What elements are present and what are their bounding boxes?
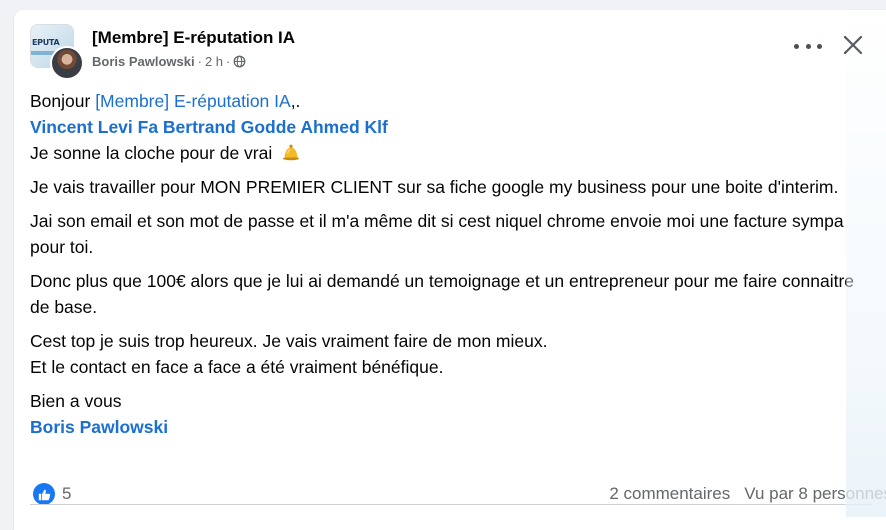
paragraph-2: Jai son email et son mot de passe et il … (30, 211, 844, 257)
meta-separator: · (226, 54, 231, 69)
paragraph-1: Je vais travailler pour MON PREMIER CLIE… (30, 177, 839, 197)
more-horizontal-icon[interactable] (794, 36, 822, 56)
like-icon[interactable] (33, 483, 55, 505)
user-mentions-link[interactable]: Vincent Levi Fa Bertrand Godde Ahmed Klf (30, 117, 388, 137)
group-avatar-text: EPUTA (32, 38, 60, 47)
author-avatar[interactable] (50, 46, 84, 80)
post-time-link[interactable]: 2 h (205, 54, 223, 69)
paragraph-4-line-2: Et le contact en face a face a été vraim… (30, 357, 444, 377)
paragraph-3: Donc plus que 100€ alors que je lui ai d… (30, 271, 855, 317)
views-count[interactable]: Vu par 8 personnes (744, 484, 886, 503)
greeting-text: Bonjour (30, 91, 96, 111)
comments-count-link[interactable]: 2 commentaires (609, 484, 730, 503)
meta-separator: · (197, 54, 202, 69)
post-stats: 2 commentaires Vu par 8 personnes (595, 484, 886, 504)
post-body: Bonjour [Membre] E-réputation IA,. Vince… (30, 88, 872, 448)
group-mention-link[interactable]: [Membre] E-réputation IA (95, 91, 291, 111)
group-name-link[interactable]: [Membre] E-réputation IA (92, 28, 295, 48)
bell-icon (283, 144, 300, 161)
closing-text: Bien a vous (30, 391, 122, 411)
post-card: EPUTA [Membre] E-réputation IA Boris Paw… (14, 10, 886, 530)
footer-divider (30, 504, 872, 505)
author-name-link[interactable]: Boris Pawlowski (92, 54, 195, 69)
post-avatars[interactable]: EPUTA (30, 24, 84, 80)
reaction-count[interactable]: 5 (62, 484, 71, 504)
close-icon[interactable] (842, 34, 864, 56)
paragraph-4-line-1: Cest top je suis trop heureux. Je vais v… (30, 331, 548, 351)
signature-link[interactable]: Boris Pawlowski (30, 417, 168, 437)
post-meta: Boris Pawlowski · 2 h · (92, 54, 246, 69)
globe-icon[interactable] (233, 55, 246, 68)
greeting-end: ,. (290, 91, 301, 111)
bell-line: Je sonne la cloche pour de vrai (30, 143, 273, 163)
